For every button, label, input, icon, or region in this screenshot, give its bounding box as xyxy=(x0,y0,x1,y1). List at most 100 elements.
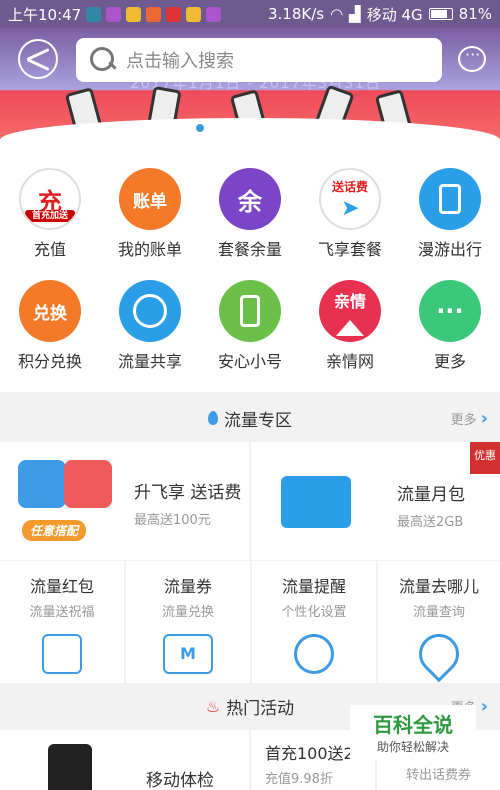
card-flow-reminder[interactable]: 流量提醒 个性化设置 xyxy=(252,561,376,683)
phone-number-icon xyxy=(219,280,281,342)
carrier-label: 移动 4G xyxy=(366,5,423,24)
app-notification-icon xyxy=(86,6,102,22)
more-label: 更多 xyxy=(450,412,477,428)
card-subtitle: 最高送2GB xyxy=(397,515,464,530)
network-speed: 3.18K/s xyxy=(267,5,325,23)
card-flow-usage[interactable]: 流量去哪儿 流量查询 xyxy=(378,561,500,683)
card-upgrade[interactable]: 任意搭配 升飞享 送话费 最高送100元 xyxy=(0,442,249,560)
app-notification-icon xyxy=(206,6,222,22)
grid-label: 套餐余量 xyxy=(217,240,282,259)
card-subtitle: 充值9.98折 xyxy=(265,772,333,787)
search-icon xyxy=(90,47,116,73)
grid-label: 飞享套餐 xyxy=(317,240,382,259)
card-subtitle: 流量查询 xyxy=(412,605,465,620)
bill-icon-text: 账单 xyxy=(133,191,167,212)
grid-label: 充值 xyxy=(33,240,66,259)
app-notification-icon xyxy=(146,6,162,22)
family-icon-text: 亲情 xyxy=(333,292,366,311)
puzzle-icon xyxy=(18,454,118,524)
grid-label: 漫游出行 xyxy=(417,240,482,259)
card-subtitle: 流量兑换 xyxy=(161,605,214,620)
card-title: 流量券 xyxy=(163,577,212,596)
grid-label: 安心小号 xyxy=(217,352,282,371)
banner-pager xyxy=(196,124,218,132)
section-title: 热门活动 xyxy=(226,698,295,719)
gift-icon: 兑换 xyxy=(19,280,81,342)
card-title: 升飞享 送话费 xyxy=(134,483,242,503)
grid-item-balance[interactable]: 余 套餐余量 xyxy=(200,168,300,260)
card-monthly[interactable]: 流量月包 最高送2GB 优惠 xyxy=(251,442,500,560)
water-drop-icon xyxy=(208,411,218,425)
card-flow-redpacket[interactable]: 流量红包 流量送祝福 xyxy=(0,561,124,683)
flow-more-link[interactable]: 更多 › xyxy=(451,408,488,429)
wifi-icon: ◠ xyxy=(330,5,344,23)
chevron-right-icon: › xyxy=(480,407,488,429)
grid-item-family[interactable]: 亲情 亲情网 xyxy=(300,280,400,372)
points-icon-text: 兑换 xyxy=(33,303,67,324)
card-checkup[interactable]: 移动体检 xyxy=(0,730,249,790)
share-icon xyxy=(119,280,181,342)
grid-label: 我的账单 xyxy=(117,240,182,259)
app-notification-icon xyxy=(126,6,142,22)
grid-label: 积分兑换 xyxy=(17,352,82,371)
coupon-icon-text: M xyxy=(180,644,196,663)
china-mobile-logo xyxy=(18,39,58,79)
grid-item-points[interactable]: 兑换 积分兑换 xyxy=(0,280,100,372)
card-title: 流量月包 xyxy=(397,485,465,505)
grid-item-more[interactable]: ··· 更多 xyxy=(400,280,500,372)
flame-icon: ♨ xyxy=(205,696,221,716)
status-bar: 上午10:47 3.18K/s ◠ ▟ 移动 4G 81% xyxy=(0,0,500,28)
card-subtitle: 流量送祝福 xyxy=(29,605,95,620)
watermark: 百科全说 助你轻松解决 xyxy=(350,705,476,761)
water-drop-search-icon xyxy=(410,625,468,683)
weibo-icon xyxy=(166,6,182,22)
battery-icon xyxy=(428,8,453,20)
header-banner[interactable]: 2017年1月1日 - 2017年3月31日 点击输入搜索 xyxy=(0,28,500,140)
more-icon-text: ··· xyxy=(436,297,464,325)
grid-item-share[interactable]: 流量共享 xyxy=(100,280,200,372)
card-title: 流量提醒 xyxy=(281,577,346,596)
grid-item-secondary-number[interactable]: 安心小号 xyxy=(200,280,300,372)
card-title: 移动体检 xyxy=(146,771,214,790)
gauge-icon xyxy=(294,634,334,674)
bill-icon: 账单 xyxy=(119,168,181,230)
any-combo-tag: 任意搭配 xyxy=(22,520,87,541)
grid-label: 亲情网 xyxy=(325,352,374,371)
discount-badge: 优惠 xyxy=(470,442,500,474)
card-subtitle: 个性化设置 xyxy=(281,605,347,620)
phone-checkup-icon xyxy=(48,744,92,790)
family-icon: 亲情 xyxy=(319,280,381,342)
watermark-subtitle: 助你轻松解决 xyxy=(376,740,449,754)
envelope-wifi-icon xyxy=(42,634,82,674)
grid-item-bill[interactable]: 账单 我的账单 xyxy=(100,168,200,260)
status-time: 上午10:47 xyxy=(8,5,82,24)
coupon-icon: M xyxy=(163,634,213,674)
app-notification-icon xyxy=(106,6,122,22)
card-subtitle: 转出话费券 xyxy=(405,768,471,783)
grid-item-feixiang[interactable]: 送话费 ➤ 飞享套餐 xyxy=(300,168,400,260)
card-title: 流量红包 xyxy=(29,577,94,596)
basket-icon xyxy=(281,476,351,528)
app-notification-icon xyxy=(186,6,202,22)
search-bar[interactable]: 点击输入搜索 xyxy=(76,38,442,82)
grid-label: 更多 xyxy=(433,352,466,371)
grid-item-recharge[interactable]: 充 首充加送 充值 xyxy=(0,168,100,260)
luggage-icon xyxy=(419,168,481,230)
recharge-icon: 充 首充加送 xyxy=(19,168,81,230)
more-dots-icon: ··· xyxy=(419,280,481,342)
card-subtitle: 最高送100元 xyxy=(134,513,211,528)
battery-percent: 81% xyxy=(458,5,492,23)
feixiang-icon-text: 送话费 xyxy=(331,180,368,194)
card-flow-coupon[interactable]: 流量券 流量兑换 M xyxy=(126,561,250,683)
message-icon[interactable] xyxy=(458,45,486,72)
card-title: 流量去哪儿 xyxy=(398,577,479,596)
signal-icon: ▟ xyxy=(349,5,361,23)
search-placeholder: 点击输入搜索 xyxy=(126,51,234,72)
recharge-tag: 首充加送 xyxy=(25,210,75,222)
paper-plane-icon: 送话费 ➤ xyxy=(319,168,381,230)
chevron-right-icon: › xyxy=(480,695,488,717)
balance-icon-text: 余 xyxy=(238,187,262,216)
grid-item-roaming[interactable]: 漫游出行 xyxy=(400,168,500,260)
section-flow-header: 流量专区 更多 › xyxy=(0,396,500,440)
section-title: 流量专区 xyxy=(224,410,292,431)
